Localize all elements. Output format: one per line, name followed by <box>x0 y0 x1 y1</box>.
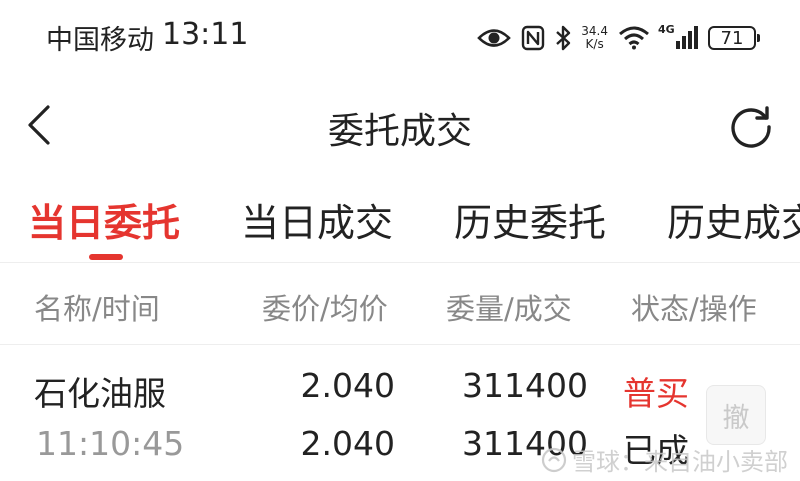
xueqiu-logo-icon <box>541 447 567 472</box>
refresh-button[interactable] <box>724 100 778 154</box>
column-qty-deal: 委量/成交 <box>446 292 572 326</box>
order-quantity: 311400 <box>462 366 588 405</box>
column-price-avg: 委价/均价 <box>262 292 388 326</box>
screen: 中国移动 13:11 34.4 K/s 4G 71 委托成交 当日委托 当日成交… <box>0 0 800 481</box>
tab-today-orders[interactable]: 当日委托 <box>28 192 180 247</box>
status-time: 13:11 <box>162 17 249 52</box>
tab-history-deals[interactable]: 历史成交 <box>667 192 800 247</box>
status-bar: 中国移动 13:11 34.4 K/s 4G 71 <box>0 0 800 76</box>
stock-name: 石化油服 <box>34 374 166 413</box>
order-time: 11:10:45 <box>36 424 185 463</box>
active-tab-indicator <box>89 254 123 260</box>
network-speed: 34.4 K/s <box>581 25 608 51</box>
carrier-name: 中国移动 <box>46 25 154 56</box>
network-speed-unit: K/s <box>585 37 604 51</box>
watermark: 雪球：来自油小卖部 <box>540 442 788 477</box>
order-price: 2.040 <box>300 366 395 405</box>
refresh-icon <box>731 106 771 148</box>
battery-icon: 71 <box>708 26 760 50</box>
column-name-time: 名称/时间 <box>34 292 160 326</box>
bluetooth-icon <box>555 25 571 51</box>
battery-level: 71 <box>720 27 744 49</box>
watermark-text: 雪球：来自油小卖部 <box>572 448 788 476</box>
tab-bar: 当日委托 当日成交 历史委托 历史成交 <box>0 180 800 263</box>
order-side: 普买 <box>623 374 689 413</box>
cancel-order-button[interactable]: 撤 <box>706 385 766 445</box>
avg-price: 2.040 <box>300 424 395 463</box>
status-icons: 34.4 K/s 4G 71 <box>477 19 760 57</box>
signal-icon: 4G <box>658 23 698 51</box>
eye-icon <box>477 27 512 49</box>
column-status-action: 状态/操作 <box>631 292 757 326</box>
tab-history-orders[interactable]: 历史委托 <box>454 192 606 247</box>
tab-today-deals[interactable]: 当日成交 <box>241 192 393 247</box>
page-title: 委托成交 <box>327 111 472 152</box>
wifi-icon <box>618 26 650 50</box>
nfc-icon <box>521 25 545 51</box>
column-header: 名称/时间 委价/均价 委量/成交 状态/操作 <box>0 262 800 345</box>
app-header: 委托成交 <box>0 82 800 168</box>
